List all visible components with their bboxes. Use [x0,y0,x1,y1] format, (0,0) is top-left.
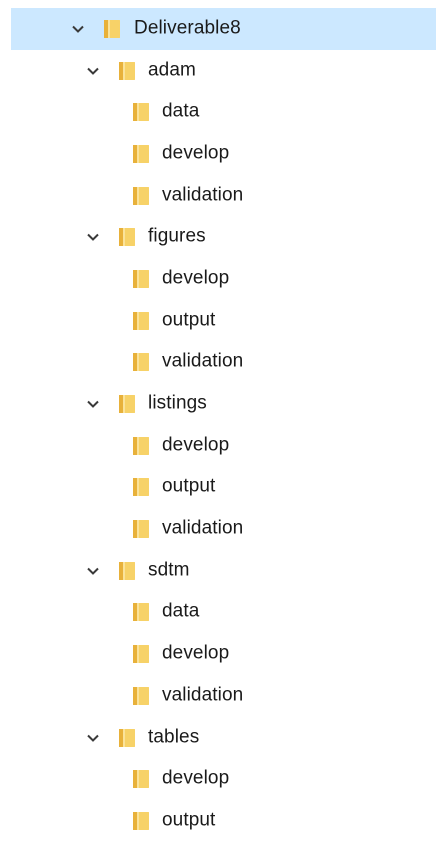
chevron-down-icon[interactable] [86,64,100,78]
folder-icon [133,477,149,497]
tree-item-label: data [162,100,200,122]
tree-item-adam-develop[interactable]: develop [0,133,436,175]
chevron-down-icon[interactable] [86,564,100,578]
folder-icon [133,311,149,331]
tree-item-tables-output[interactable]: output [0,800,436,842]
tree-item-label: data [162,601,200,623]
tree-item-listings-output[interactable]: output [0,467,436,509]
tree-item-adam-validation[interactable]: validation [0,175,436,217]
tree-item-deliverable8[interactable]: Deliverable8 [11,8,436,50]
tree-item-figures[interactable]: figures [0,216,436,258]
tree-item-listings[interactable]: listings [0,383,436,425]
chevron-down-icon[interactable] [86,230,100,244]
folder-icon [119,61,135,81]
folder-icon [119,394,135,414]
tree-item-label: listings [148,392,207,414]
tree-item-figures-develop[interactable]: develop [0,258,436,300]
tree-item-adam-data[interactable]: data [0,91,436,133]
folder-icon [133,519,149,539]
folder-icon [133,269,149,289]
folder-icon [119,227,135,247]
tree-item-adam[interactable]: adam [0,50,436,92]
tree-item-tables-develop[interactable]: develop [0,758,436,800]
tree-item-label: develop [162,267,230,289]
folder-icon [133,436,149,456]
tree-item-figures-validation[interactable]: validation [0,342,436,384]
folder-icon [133,144,149,164]
folder-icon [133,769,149,789]
tree-item-label: figures [148,225,206,247]
tree-item-label: develop [162,142,230,164]
tree-item-label: develop [162,767,230,789]
tree-item-label: tables [148,726,200,748]
tree-item-label: validation [162,684,244,706]
tree-item-label: validation [162,350,244,372]
chevron-down-icon[interactable] [71,22,85,36]
tree-item-label: output [162,809,216,831]
folder-icon [133,644,149,664]
tree-item-label: develop [162,642,230,664]
tree-item-label: output [162,309,216,331]
folder-icon [133,102,149,122]
tree-item-sdtm-data[interactable]: data [0,592,436,634]
tree-item-sdtm-develop[interactable]: develop [0,633,436,675]
folder-icon [133,352,149,372]
folder-icon [119,728,135,748]
chevron-down-icon[interactable] [86,397,100,411]
tree-item-listings-validation[interactable]: validation [0,508,436,550]
tree-item-label: output [162,475,216,497]
folder-icon [133,811,149,831]
tree-item-label: sdtm [148,559,190,581]
tree-item-listings-develop[interactable]: develop [0,425,436,467]
tree-item-figures-output[interactable]: output [0,300,436,342]
tree-item-sdtm-validation[interactable]: validation [0,675,436,717]
tree-item-label: develop [162,434,230,456]
chevron-down-icon[interactable] [86,731,100,745]
tree-item-label: adam [148,59,196,81]
tree-item-tables[interactable]: tables [0,717,436,759]
folder-icon [133,602,149,622]
folder-icon [133,686,149,706]
folder-icon [104,19,120,39]
folder-icon [119,561,135,581]
folder-icon [133,186,149,206]
tree-item-label: Deliverable8 [134,17,241,39]
tree-item-sdtm[interactable]: sdtm [0,550,436,592]
tree-item-label: validation [162,517,244,539]
tree-item-label: validation [162,184,244,206]
folder-tree: Deliverable8 adam data develop validatio… [0,8,436,842]
